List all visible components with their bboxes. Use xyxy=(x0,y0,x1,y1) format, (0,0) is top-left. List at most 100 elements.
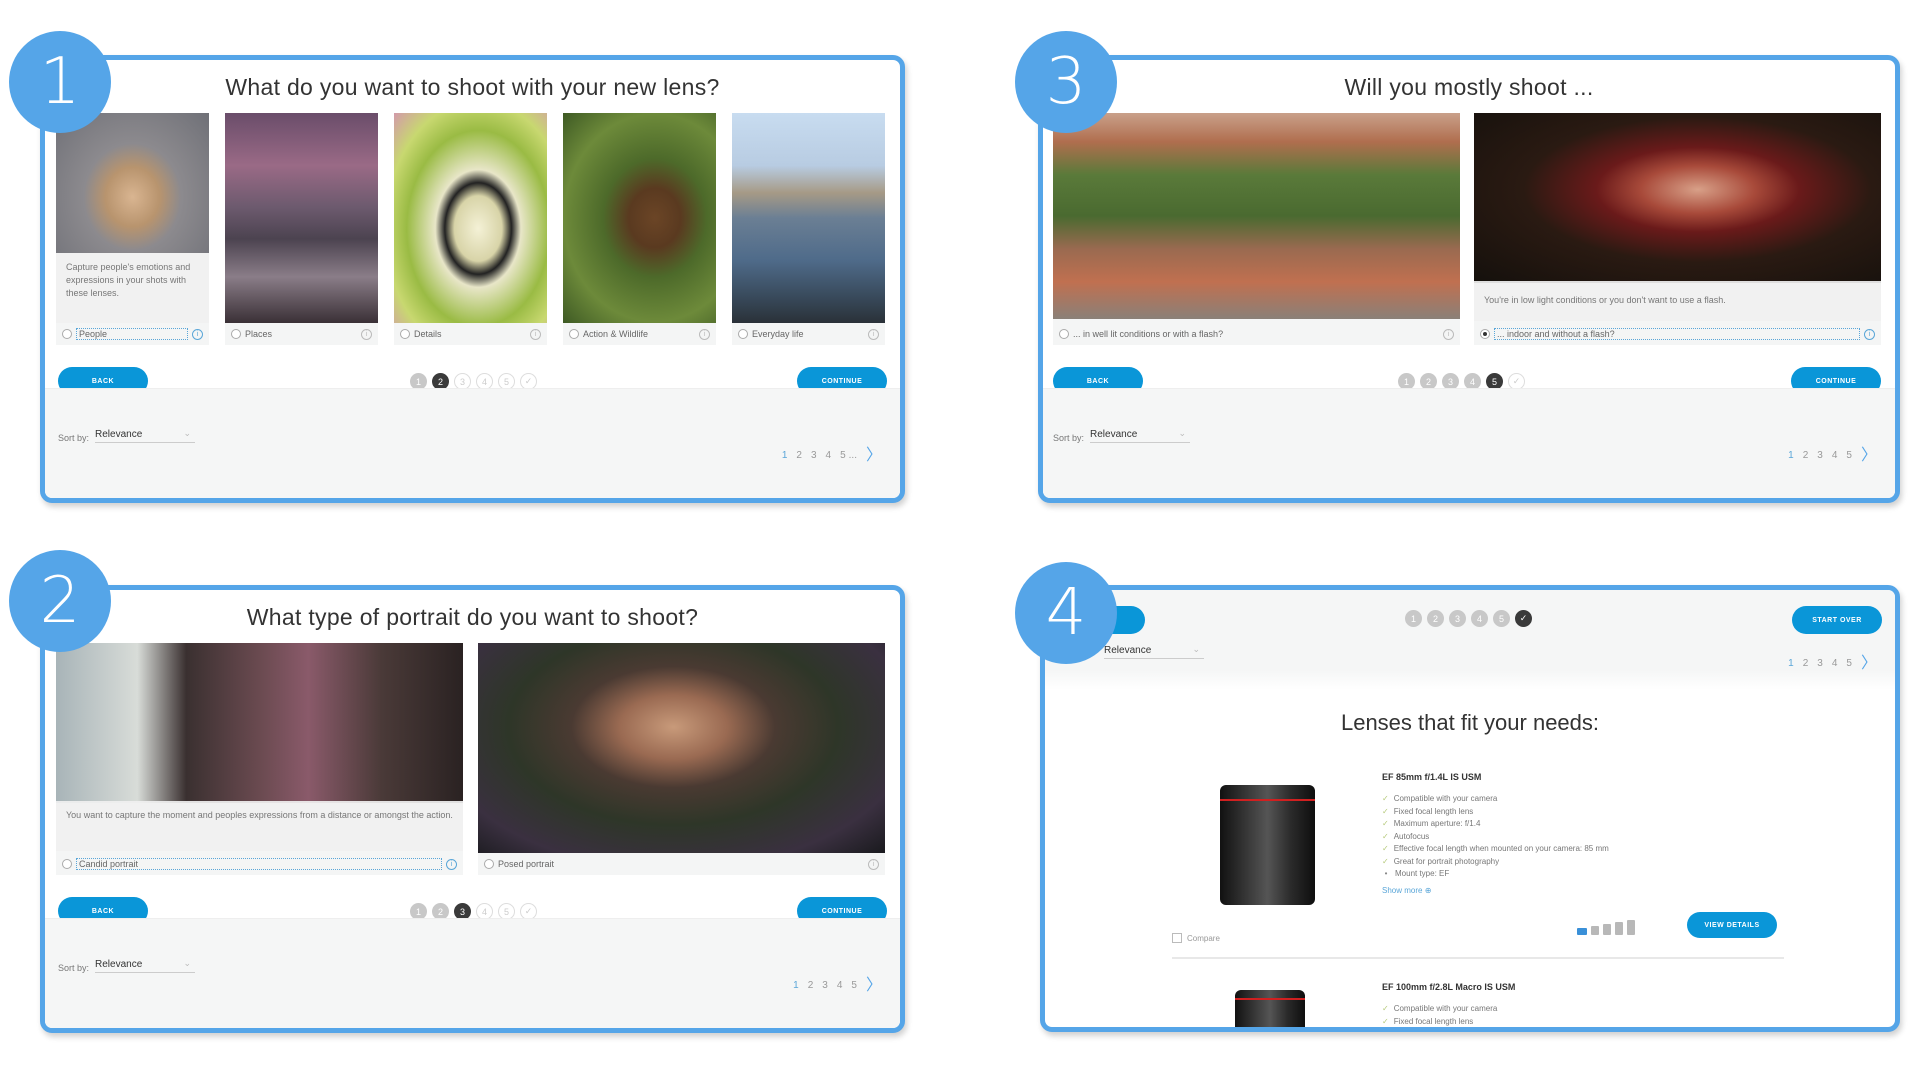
posed-portrait-image xyxy=(478,643,885,853)
radio-posed-portrait[interactable] xyxy=(484,859,494,869)
sort-control: Relevance ⌄ xyxy=(1098,644,1204,659)
info-icon[interactable]: i xyxy=(192,328,203,340)
check-icon: ✓ xyxy=(1382,856,1389,866)
view-details-button[interactable]: VIEW DETAILS xyxy=(1687,912,1777,938)
page-link[interactable]: 1 xyxy=(1788,658,1794,669)
pagination: 1 2 3 4 5 〉 xyxy=(1788,655,1877,671)
option-card-candid-portrait[interactable]: You want to capture the moment and peopl… xyxy=(56,643,463,875)
radio-places[interactable] xyxy=(231,329,241,339)
info-icon[interactable]: i xyxy=(361,328,372,340)
step-badge-2: 2 xyxy=(9,550,111,652)
page-link[interactable]: 3 xyxy=(822,980,828,991)
info-icon[interactable]: i xyxy=(699,328,710,340)
page-link[interactable]: 3 xyxy=(811,450,817,461)
results-title: Lenses that fit your needs: xyxy=(1340,710,1600,735)
plus-circle-icon: ⊕ xyxy=(1424,886,1432,895)
radio-candid-portrait[interactable] xyxy=(62,859,72,869)
check-icon: ✓ xyxy=(1382,831,1389,841)
page-link[interactable]: 5 xyxy=(840,450,846,461)
page-link[interactable]: 5 xyxy=(1846,658,1852,669)
pagination: 1 2 3 4 5 〉 xyxy=(1788,447,1877,463)
radio-people[interactable] xyxy=(62,329,72,339)
page-link[interactable]: 5 xyxy=(851,980,857,991)
page-link[interactable]: 4 xyxy=(1832,658,1838,669)
results-footer: Sort by: Relevance ⌄ 1 2 3 4 5 〉 xyxy=(45,918,900,1028)
feature-item: ✓ Fixed focal length lens xyxy=(1382,1016,1497,1028)
chevron-right-icon[interactable]: 〉 xyxy=(866,977,882,993)
step-indicator: 4 xyxy=(1471,610,1488,627)
radio-action-wildlife[interactable] xyxy=(569,329,579,339)
option-label: ... indoor and without a flash? xyxy=(1494,328,1860,340)
radio-details[interactable] xyxy=(400,329,410,339)
step-indicator: 2 xyxy=(1427,610,1444,627)
page-link[interactable]: 4 xyxy=(826,450,832,461)
info-icon[interactable]: i xyxy=(868,858,879,870)
show-more-link[interactable]: Show more ⊕ xyxy=(1382,886,1431,895)
lens-image-ef100 xyxy=(1235,990,1305,1027)
page-link[interactable]: 4 xyxy=(1832,450,1838,461)
details-image xyxy=(394,113,547,323)
header-fade xyxy=(1045,670,1895,690)
chevron-right-icon[interactable]: 〉 xyxy=(866,447,882,463)
radio-everyday-life[interactable] xyxy=(738,329,748,339)
option-card-action-wildlife[interactable]: Action & Wildlife i xyxy=(563,113,716,345)
sort-select[interactable]: Relevance ⌄ xyxy=(1090,428,1191,443)
option-card-well-lit[interactable]: ... in well lit conditions or with a fla… xyxy=(1053,113,1460,345)
pagination: 1 2 3 4 5 ... 〉 xyxy=(782,447,882,463)
places-image xyxy=(225,113,378,323)
question-title: What do you want to shoot with your new … xyxy=(225,74,720,100)
sort-select[interactable]: Relevance ⌄ xyxy=(95,958,196,973)
option-card-people[interactable]: Capture people's emotions and expression… xyxy=(56,113,209,345)
info-icon[interactable]: i xyxy=(868,328,879,340)
compare-checkbox[interactable]: Compare xyxy=(1172,933,1220,943)
sort-select[interactable]: Relevance ⌄ xyxy=(1104,644,1204,659)
lens-size-icons xyxy=(1577,920,1635,935)
start-over-button[interactable]: START OVER xyxy=(1792,606,1882,634)
page-link[interactable]: 2 xyxy=(1803,658,1809,669)
info-icon[interactable]: i xyxy=(530,328,541,340)
option-label: People xyxy=(76,328,188,340)
info-icon[interactable]: i xyxy=(1864,328,1875,340)
step-indicator: 5 xyxy=(1493,610,1510,627)
chevron-down-icon: ⌄ xyxy=(1178,428,1187,438)
check-icon: ✓ xyxy=(1382,806,1389,816)
lens-name: EF 85mm f/1.4L IS USM xyxy=(1382,772,1482,782)
option-card-posed-portrait[interactable]: Posed portrait i xyxy=(478,643,885,875)
step-badge-1: 1 xyxy=(9,31,111,133)
result-divider xyxy=(1172,957,1784,959)
info-icon[interactable]: i xyxy=(446,858,457,870)
sort-select[interactable]: Relevance ⌄ xyxy=(95,428,196,443)
chevron-right-icon[interactable]: 〉 xyxy=(1861,447,1877,463)
option-card-everyday-life[interactable]: Everyday life i xyxy=(732,113,885,345)
page-link[interactable]: 3 xyxy=(1817,450,1823,461)
pagination: 1 2 3 4 5 〉 xyxy=(793,977,882,993)
question-title: Will you mostly shoot ... xyxy=(1344,74,1594,100)
page-link[interactable]: 5 xyxy=(1846,450,1852,461)
lens-image-ef85 xyxy=(1220,785,1315,905)
sort-label: Sort by: xyxy=(58,433,90,443)
option-label: Candid portrait xyxy=(76,858,442,870)
step-badge-3: 3 xyxy=(1015,31,1117,133)
option-label: Places xyxy=(245,329,273,339)
page-link[interactable]: 2 xyxy=(808,980,814,991)
check-icon: ✓ xyxy=(1382,1016,1389,1026)
feature-item: ✓ Compatible with your camera xyxy=(1382,793,1609,806)
option-card-places[interactable]: Places i xyxy=(225,113,378,345)
page-link[interactable]: 1 xyxy=(793,980,799,991)
chevron-right-icon[interactable]: 〉 xyxy=(1861,655,1877,671)
page-link[interactable]: 2 xyxy=(1803,450,1809,461)
radio-indoor-no-flash[interactable] xyxy=(1480,329,1490,339)
option-card-details[interactable]: Details i xyxy=(394,113,547,345)
page-link[interactable]: 4 xyxy=(837,980,843,991)
results-footer: Sort by: Relevance ⌄ 1 2 3 4 5 〉 xyxy=(1043,388,1895,498)
option-card-indoor-no-flash[interactable]: You're in low light conditions or you do… xyxy=(1474,113,1881,345)
page-link[interactable]: 3 xyxy=(1817,658,1823,669)
page-link[interactable]: 2 xyxy=(796,450,802,461)
radio-well-lit[interactable] xyxy=(1059,329,1069,339)
info-icon[interactable]: i xyxy=(1443,328,1454,340)
check-icon: ✓ xyxy=(1382,794,1389,803)
page-link[interactable]: 1 xyxy=(1788,450,1794,461)
page-link[interactable]: 1 xyxy=(782,450,788,461)
well-lit-image xyxy=(1053,113,1460,319)
results-footer: Sort by: Relevance ⌄ 1 2 3 4 5 ... 〉 xyxy=(45,388,900,498)
